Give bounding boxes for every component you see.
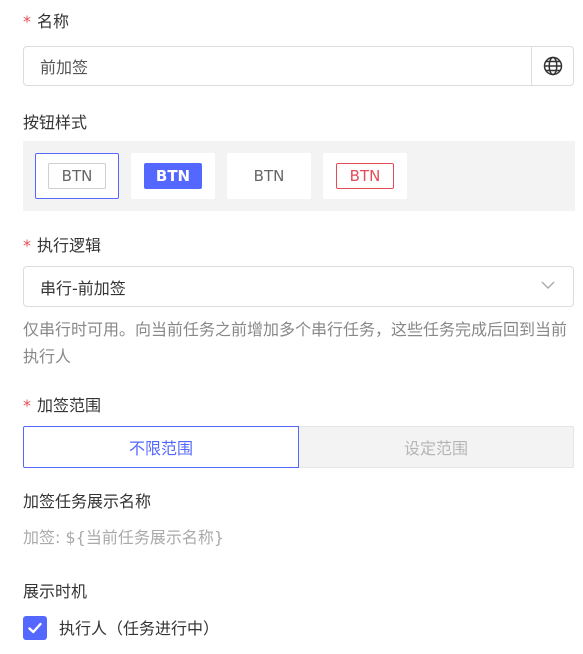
style-option-text[interactable]: BTN [227, 153, 311, 199]
execution-logic-label: * 执行逻辑 [23, 236, 101, 256]
display-name-label: 加签任务展示名称 [23, 492, 152, 511]
check-icon [28, 622, 42, 634]
style-option-danger[interactable]: BTN [323, 153, 407, 199]
display-name-input[interactable]: 加签: ${当前任务展示名称} [23, 528, 224, 548]
required-mark: * [23, 236, 31, 255]
scope-option-unlimited[interactable]: 不限范围 [23, 426, 299, 468]
button-style-group: BTN BTN BTN BTN [23, 141, 575, 211]
globe-icon [543, 56, 562, 76]
style-chip-text: BTN [253, 167, 285, 185]
required-mark: * [23, 12, 31, 31]
name-label-text: 名称 [37, 12, 70, 31]
executor-checkbox[interactable] [23, 616, 47, 640]
scope-segmented: 不限范围 设定范围 [23, 426, 574, 468]
execution-logic-label-text: 执行逻辑 [37, 236, 102, 255]
execution-logic-select[interactable]: 串行-前加签 [23, 266, 574, 307]
style-chip-outline: BTN [48, 163, 106, 189]
name-input[interactable] [24, 47, 534, 85]
style-chip-danger: BTN [336, 163, 394, 189]
name-label: * 名称 [23, 12, 69, 32]
style-option-outline[interactable]: BTN [35, 153, 119, 199]
scope-label-text: 加签范围 [37, 396, 102, 415]
style-option-primary[interactable]: BTN [131, 153, 215, 199]
execution-logic-help: 仅串行时可用。向当前任务之前增加多个串行任务，这些任务完成后回到当前执行人 [23, 320, 568, 366]
display-timing-label: 展示时机 [23, 582, 88, 601]
required-mark: * [23, 396, 31, 415]
language-button[interactable] [531, 47, 573, 85]
executor-checkbox-label[interactable]: 执行人（任务进行中） [59, 619, 219, 639]
chevron-down-icon [541, 281, 555, 289]
execution-logic-value: 串行-前加签 [40, 278, 126, 298]
button-style-label: 按钮样式 [23, 113, 88, 132]
scope-option-custom[interactable]: 设定范围 [299, 426, 574, 468]
name-field[interactable] [23, 46, 574, 86]
scope-label: * 加签范围 [23, 396, 101, 416]
style-chip-primary: BTN [144, 163, 202, 189]
